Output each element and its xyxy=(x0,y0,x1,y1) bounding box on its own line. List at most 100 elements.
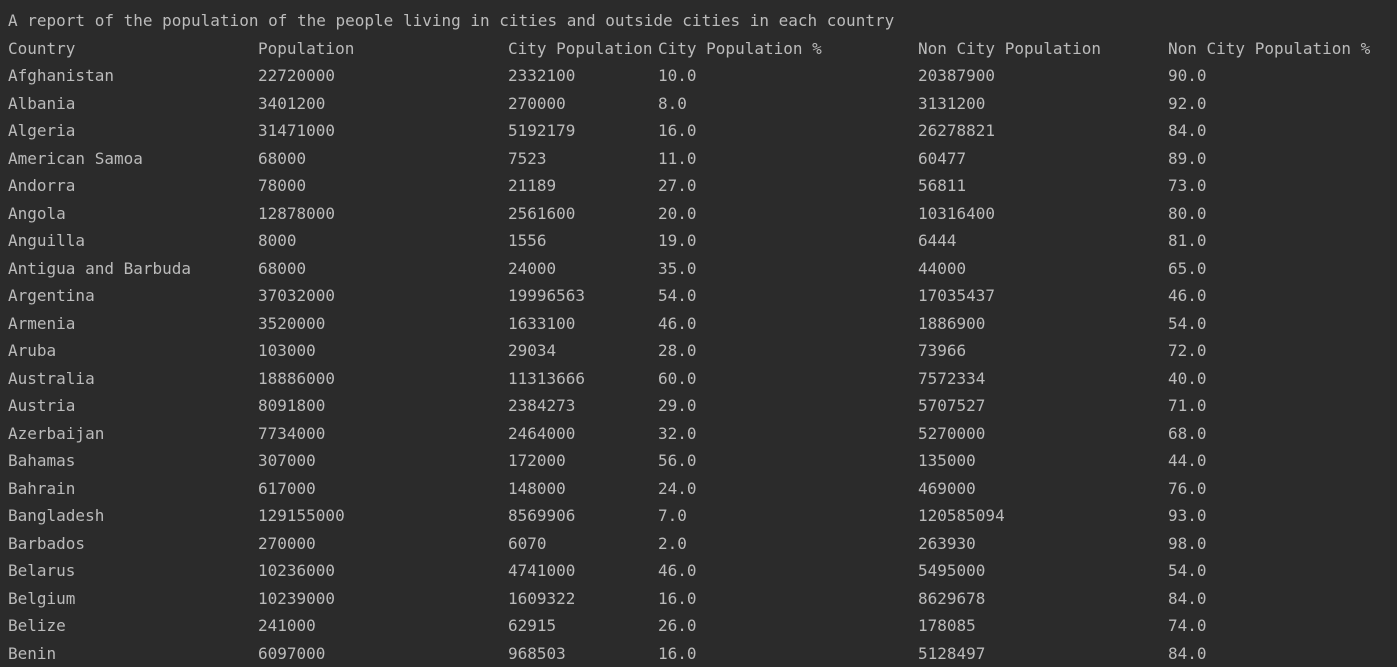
city-population-percent-cell: 54.0 xyxy=(658,282,697,310)
non-city-population-percent-cell: 80.0 xyxy=(1168,200,1207,228)
non-city-population-cell: 178085 xyxy=(918,612,976,640)
table-row: Angola12878000256160020.01031640080.0 xyxy=(8,200,1397,228)
city-population-cell: 968503 xyxy=(508,640,566,667)
non-city-population-cell: 17035437 xyxy=(918,282,995,310)
population-cell: 3520000 xyxy=(258,310,325,338)
population-cell: 103000 xyxy=(258,337,316,365)
city-population-percent-cell: 46.0 xyxy=(658,557,697,585)
non-city-population-percent-cell: 65.0 xyxy=(1168,255,1207,283)
city-population-cell: 7523 xyxy=(508,145,547,173)
non-city-population-cell: 5128497 xyxy=(918,640,985,667)
non-city-population-percent-cell: 54.0 xyxy=(1168,310,1207,338)
city-population-cell: 5192179 xyxy=(508,117,575,145)
city-population-cell: 172000 xyxy=(508,447,566,475)
city-population-percent-cell: 16.0 xyxy=(658,640,697,667)
country-cell: Afghanistan xyxy=(8,62,114,90)
non-city-population-percent-cell: 76.0 xyxy=(1168,475,1207,503)
non-city-population-cell: 60477 xyxy=(918,145,966,173)
table-row: Azerbaijan7734000246400032.0527000068.0 xyxy=(8,420,1397,448)
city-population-percent-cell: 28.0 xyxy=(658,337,697,365)
population-cell: 3401200 xyxy=(258,90,325,118)
country-cell: Belgium xyxy=(8,585,75,613)
non-city-population-percent-cell: 92.0 xyxy=(1168,90,1207,118)
country-cell: Aruba xyxy=(8,337,56,365)
table-row: Australia188860001131366660.0757233440.0 xyxy=(8,365,1397,393)
country-cell: Bangladesh xyxy=(8,502,104,530)
non-city-population-percent-cell: 74.0 xyxy=(1168,612,1207,640)
population-cell: 7734000 xyxy=(258,420,325,448)
non-city-population-percent-cell: 89.0 xyxy=(1168,145,1207,173)
city-population-cell: 24000 xyxy=(508,255,556,283)
city-population-cell: 1633100 xyxy=(508,310,575,338)
non-city-population-cell: 6444 xyxy=(918,227,957,255)
non-city-population-cell: 1886900 xyxy=(918,310,985,338)
population-cell: 129155000 xyxy=(258,502,345,530)
table-row: Belarus10236000474100046.0549500054.0 xyxy=(8,557,1397,585)
city-population-cell: 62915 xyxy=(508,612,556,640)
city-population-percent-cell: 16.0 xyxy=(658,585,697,613)
city-population-percent-cell: 24.0 xyxy=(658,475,697,503)
non-city-population-percent-cell: 93.0 xyxy=(1168,502,1207,530)
country-cell: Australia xyxy=(8,365,95,393)
city-population-percent-cell: 35.0 xyxy=(658,255,697,283)
country-cell: Argentina xyxy=(8,282,95,310)
table-row: Barbados27000060702.026393098.0 xyxy=(8,530,1397,558)
table-row: Bangladesh12915500085699067.012058509493… xyxy=(8,502,1397,530)
country-cell: Antigua and Barbuda xyxy=(8,255,191,283)
non-city-population-percent-cell: 73.0 xyxy=(1168,172,1207,200)
city-population-percent-cell: 60.0 xyxy=(658,365,697,393)
city-population-cell: 148000 xyxy=(508,475,566,503)
table-row: Algeria31471000519217916.02627882184.0 xyxy=(8,117,1397,145)
population-cell: 270000 xyxy=(258,530,316,558)
non-city-population-percent-cell: 68.0 xyxy=(1168,420,1207,448)
table-row: Benin609700096850316.0512849784.0 xyxy=(8,640,1397,667)
city-population-percent-cell: 27.0 xyxy=(658,172,697,200)
city-population-cell: 21189 xyxy=(508,172,556,200)
city-population-cell: 270000 xyxy=(508,90,566,118)
non-city-population-percent-cell: 81.0 xyxy=(1168,227,1207,255)
country-cell: American Samoa xyxy=(8,145,143,173)
non-city-population-cell: 469000 xyxy=(918,475,976,503)
population-cell: 6097000 xyxy=(258,640,325,667)
country-cell: Benin xyxy=(8,640,56,667)
city-population-percent-cell: 19.0 xyxy=(658,227,697,255)
report-title: A report of the population of the people… xyxy=(8,7,1397,35)
non-city-population-percent-cell: 71.0 xyxy=(1168,392,1207,420)
non-city-population-percent-cell: 40.0 xyxy=(1168,365,1207,393)
table-row: American Samoa68000752311.06047789.0 xyxy=(8,145,1397,173)
column-header-non-city-population: Non City Population xyxy=(918,35,1101,63)
city-population-percent-cell: 26.0 xyxy=(658,612,697,640)
country-cell: Austria xyxy=(8,392,75,420)
city-population-cell: 2332100 xyxy=(508,62,575,90)
city-population-percent-cell: 7.0 xyxy=(658,502,687,530)
table-row: Belgium10239000160932216.0862967884.0 xyxy=(8,585,1397,613)
city-population-percent-cell: 2.0 xyxy=(658,530,687,558)
city-population-cell: 2384273 xyxy=(508,392,575,420)
city-population-cell: 11313666 xyxy=(508,365,585,393)
country-cell: Armenia xyxy=(8,310,75,338)
column-header-country: Country xyxy=(8,35,75,63)
non-city-population-percent-cell: 90.0 xyxy=(1168,62,1207,90)
country-cell: Andorra xyxy=(8,172,75,200)
population-cell: 37032000 xyxy=(258,282,335,310)
country-cell: Anguilla xyxy=(8,227,85,255)
non-city-population-cell: 73966 xyxy=(918,337,966,365)
population-cell: 18886000 xyxy=(258,365,335,393)
table-row: Belize2410006291526.017808574.0 xyxy=(8,612,1397,640)
non-city-population-percent-cell: 46.0 xyxy=(1168,282,1207,310)
table-row: Antigua and Barbuda680002400035.04400065… xyxy=(8,255,1397,283)
non-city-population-percent-cell: 84.0 xyxy=(1168,117,1207,145)
city-population-cell: 2561600 xyxy=(508,200,575,228)
city-population-cell: 1609322 xyxy=(508,585,575,613)
non-city-population-cell: 5707527 xyxy=(918,392,985,420)
city-population-cell: 2464000 xyxy=(508,420,575,448)
non-city-population-cell: 56811 xyxy=(918,172,966,200)
population-cell: 78000 xyxy=(258,172,306,200)
console-output: A report of the population of the people… xyxy=(8,7,1397,667)
population-cell: 31471000 xyxy=(258,117,335,145)
population-cell: 10236000 xyxy=(258,557,335,585)
country-cell: Azerbaijan xyxy=(8,420,104,448)
city-population-percent-cell: 10.0 xyxy=(658,62,697,90)
table-row: Bahrain61700014800024.046900076.0 xyxy=(8,475,1397,503)
city-population-percent-cell: 32.0 xyxy=(658,420,697,448)
